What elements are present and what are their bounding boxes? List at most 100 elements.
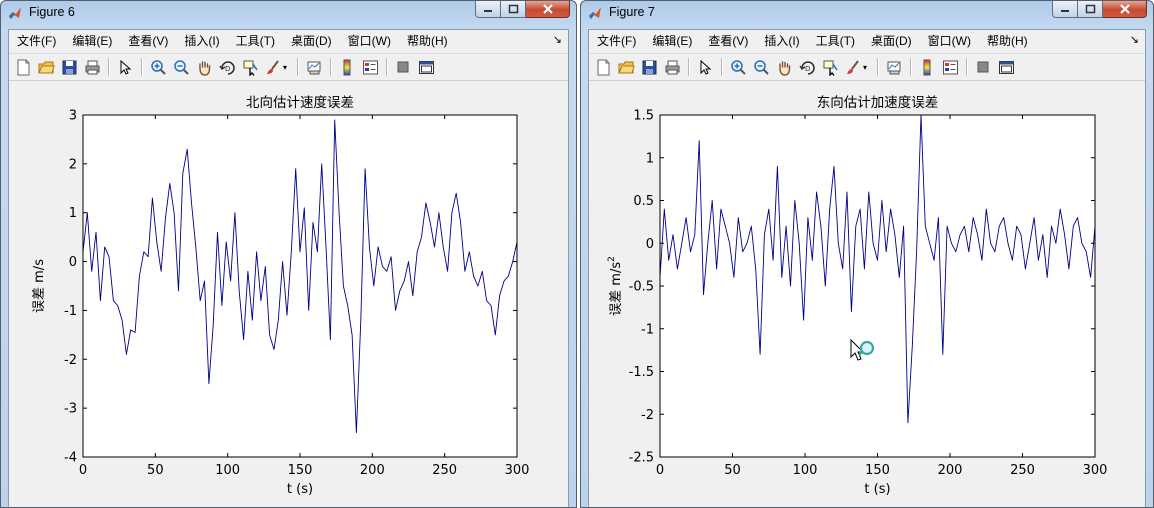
save-icon[interactable] — [639, 57, 659, 77]
y-tick-label: 1 — [646, 151, 654, 166]
menu-edit[interactable]: 编辑(E) — [644, 30, 700, 52]
menu-help[interactable]: 帮助(H) — [399, 30, 456, 52]
y-tick-label: 1 — [69, 206, 77, 221]
zoom-out-icon[interactable] — [171, 57, 191, 77]
y-axis-label: 误差 m/s — [32, 259, 47, 313]
menu-help[interactable]: 帮助(H) — [979, 30, 1036, 52]
zoom-out-icon[interactable] — [751, 57, 771, 77]
colorbar-icon[interactable] — [337, 57, 357, 77]
close-button[interactable] — [526, 1, 570, 18]
menu-bar: 文件(F) 编辑(E) 查看(V) 插入(I) 工具(T) 桌面(D) 窗口(W… — [589, 30, 1145, 52]
maximize-button[interactable] — [501, 1, 526, 18]
x-tick-label: 50 — [724, 463, 741, 478]
title-bar[interactable]: Figure 6 — [1, 1, 576, 25]
y-tick-label: -2 — [64, 353, 77, 368]
x-tick-label: 200 — [938, 463, 963, 478]
chevron-icon[interactable]: ↘ — [553, 33, 562, 46]
title-bar[interactable]: Figure 7 — [581, 1, 1153, 25]
menu-view[interactable]: 查看(V) — [120, 30, 176, 52]
zoom-in-icon[interactable] — [148, 57, 168, 77]
maximize-button[interactable] — [1078, 1, 1103, 18]
figure-toolbar: D ▾ — [9, 53, 568, 80]
figure-6-window: Figure 6 文件(F) 编辑(E) 查看(V) 插入(I) 工具(T) 桌… — [0, 0, 577, 508]
edit-plot-arrow-icon[interactable] — [115, 57, 135, 77]
figure-7-window: Figure 7 文件(F) 编辑(E) 查看(V) 插入(I) 工具(T) 桌… — [580, 0, 1154, 508]
pan-hand-icon[interactable] — [194, 57, 214, 77]
rotate-3d-icon[interactable]: D — [217, 57, 237, 77]
brush-icon[interactable] — [843, 57, 863, 77]
x-tick-label: 0 — [656, 463, 664, 478]
menu-insert[interactable]: 插入(I) — [176, 30, 227, 52]
print-icon[interactable] — [662, 57, 682, 77]
x-tick-label: 50 — [147, 463, 164, 478]
chevron-icon[interactable]: ↘ — [1130, 33, 1139, 46]
hide-plot-tools-icon[interactable] — [393, 57, 413, 77]
y-tick-label: -0.5 — [629, 280, 654, 295]
legend-icon[interactable] — [360, 57, 380, 77]
show-plot-tools-icon[interactable] — [996, 57, 1016, 77]
toolbar-separator — [721, 58, 723, 76]
axes-background — [83, 115, 517, 457]
toolbar-separator — [877, 58, 879, 76]
y-tick-label: -2 — [641, 408, 654, 423]
plot-figure-7[interactable]: 0 50 100 150 200 250 300 -2.5 -2 -1.5 -1 -0.5 0 0.5 1 1… — [589, 81, 1147, 508]
colorbar-icon[interactable] — [917, 57, 937, 77]
edit-plot-arrow-icon[interactable] — [695, 57, 715, 77]
menu-desktop[interactable]: 桌面(D) — [283, 30, 340, 52]
link-plot-icon[interactable] — [304, 57, 324, 77]
menu-window[interactable]: 窗口(W) — [920, 30, 979, 52]
data-cursor-icon[interactable] — [240, 57, 260, 77]
menu-edit[interactable]: 编辑(E) — [64, 30, 120, 52]
toolbar-separator — [108, 58, 110, 76]
save-icon[interactable] — [59, 57, 79, 77]
close-button[interactable] — [1103, 1, 1147, 18]
show-plot-tools-icon[interactable] — [416, 57, 436, 77]
link-plot-icon[interactable] — [884, 57, 904, 77]
minimize-button[interactable] — [475, 1, 501, 18]
chart-title: 东向估计加速度误差 — [817, 95, 939, 111]
rotate-3d-icon[interactable]: D — [797, 57, 817, 77]
menu-insert[interactable]: 插入(I) — [756, 30, 807, 52]
open-file-icon[interactable] — [36, 57, 56, 77]
hide-plot-tools-icon[interactable] — [973, 57, 993, 77]
new-figure-icon[interactable] — [593, 57, 613, 77]
brush-dropdown-icon[interactable]: ▾ — [863, 57, 871, 77]
new-figure-icon[interactable] — [13, 57, 33, 77]
close-icon — [542, 3, 553, 14]
x-tick-label: 100 — [215, 463, 240, 478]
print-icon[interactable] — [82, 57, 102, 77]
menu-view[interactable]: 查看(V) — [700, 30, 756, 52]
legend-icon[interactable] — [940, 57, 960, 77]
menu-tools[interactable]: 工具(T) — [228, 30, 283, 52]
x-tick-label: 100 — [793, 463, 818, 478]
open-file-icon[interactable] — [616, 57, 636, 77]
window-title: Figure 6 — [29, 5, 75, 19]
menu-desktop[interactable]: 桌面(D) — [863, 30, 920, 52]
x-tick-label: 250 — [1010, 463, 1035, 478]
chart-title: 北向估计速度误差 — [246, 95, 354, 111]
zoom-cursor-icon — [850, 338, 875, 361]
x-axis-label: t (s) — [864, 482, 890, 497]
minimize-button[interactable] — [1052, 1, 1078, 18]
menu-file[interactable]: 文件(F) — [9, 30, 64, 52]
y-tick-label: 0.5 — [633, 194, 654, 209]
brush-dropdown-icon[interactable]: ▾ — [283, 57, 291, 77]
maximize-icon — [508, 4, 518, 14]
plot-figure-6[interactable]: 0 50 100 150 200 250 300 -4 -3 -2 -1 0 1 2 3 北向估计速度误差 t … — [9, 81, 570, 508]
pan-hand-icon[interactable] — [774, 57, 794, 77]
menu-tools[interactable]: 工具(T) — [808, 30, 863, 52]
y-axis-label: 误差 m/s2 — [607, 256, 624, 316]
x-axis-label: t (s) — [287, 482, 313, 497]
menu-window[interactable]: 窗口(W) — [340, 30, 399, 52]
menu-file[interactable]: 文件(F) — [589, 30, 644, 52]
y-tick-label: -1 — [641, 322, 654, 337]
x-tick-label: 250 — [432, 463, 457, 478]
y-tick-label: 3 — [69, 109, 77, 124]
brush-icon[interactable] — [263, 57, 283, 77]
y-tick-label: 2 — [69, 157, 77, 172]
x-tick-label: 0 — [79, 463, 87, 478]
data-cursor-icon[interactable] — [820, 57, 840, 77]
zoom-in-icon[interactable] — [728, 57, 748, 77]
y-tick-label: -4 — [64, 451, 77, 466]
toolbar-separator — [966, 58, 968, 76]
